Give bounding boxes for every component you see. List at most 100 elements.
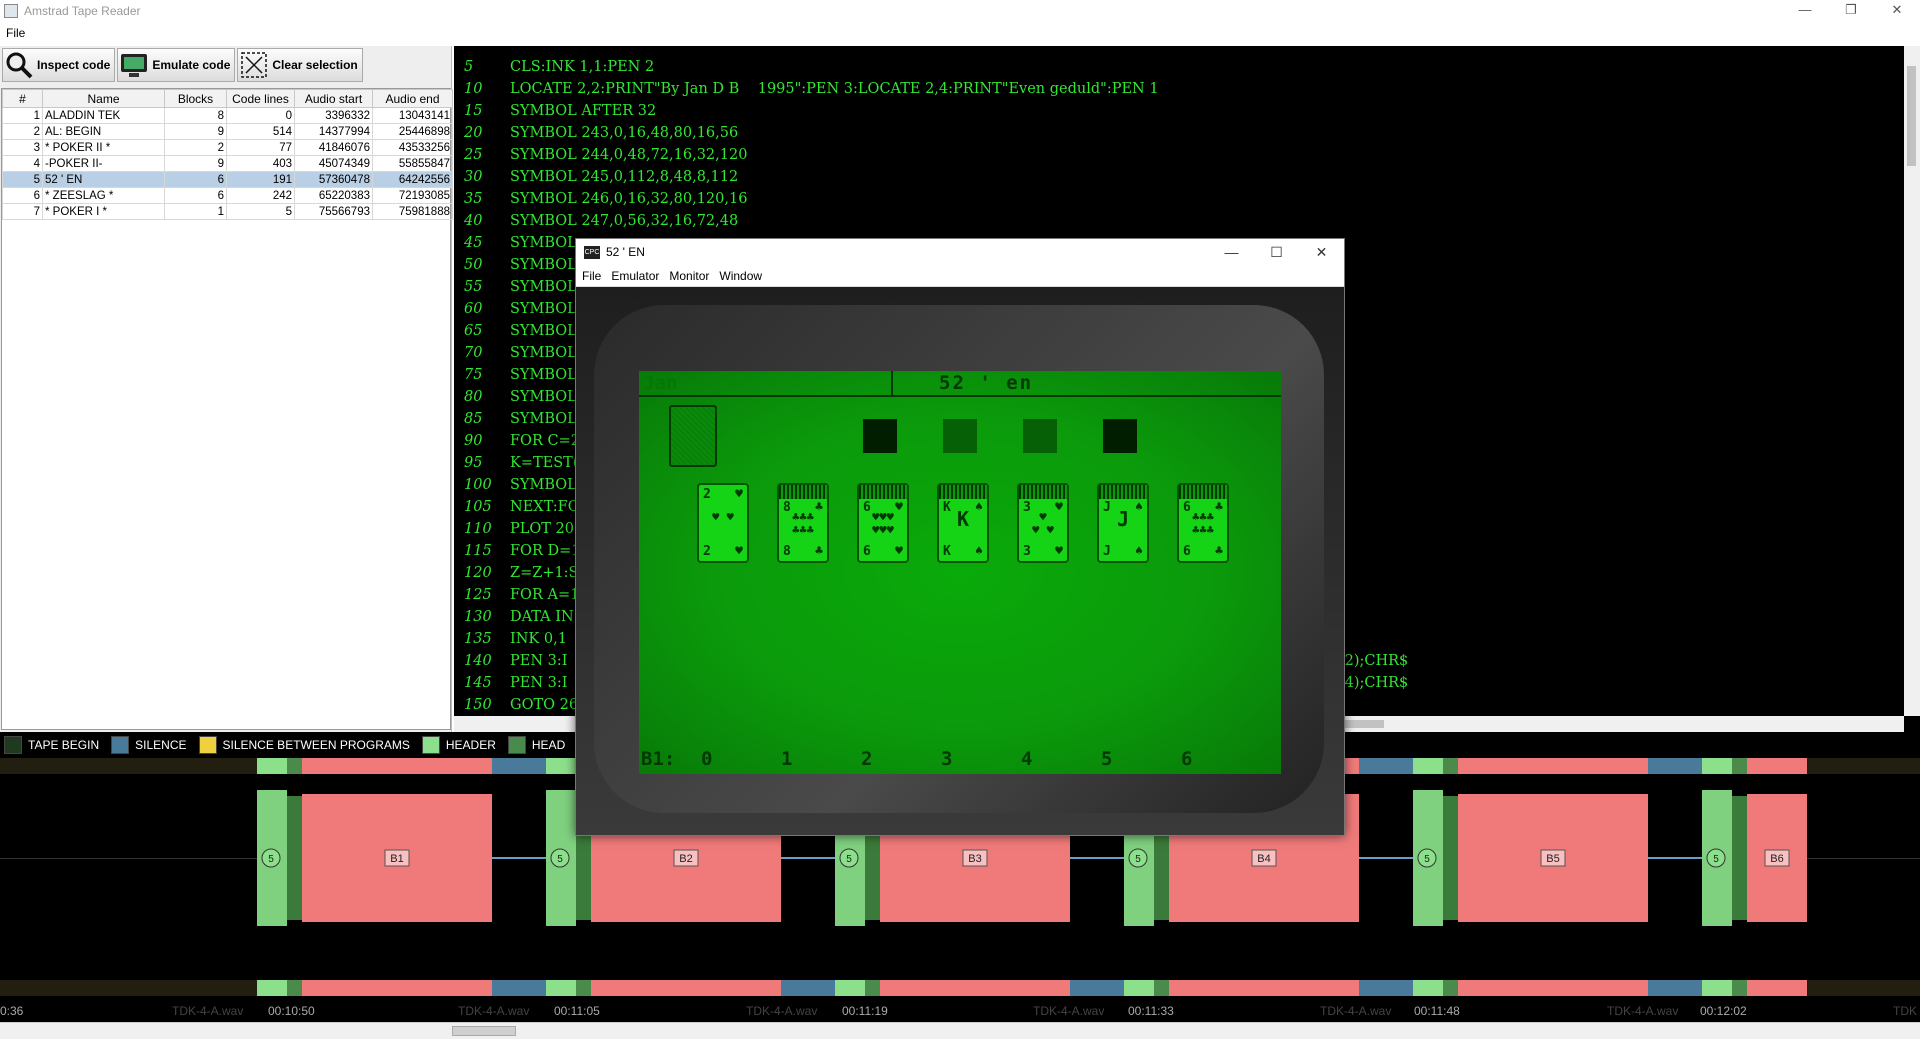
card-face: ♣♣♣ ♣♣♣ [792, 510, 814, 537]
timeline-label: TDK-4-A.wav [1607, 1004, 1679, 1018]
minimize-button[interactable]: — [1782, 0, 1828, 22]
card-rank: 2 [703, 487, 711, 502]
legend-swatch [507, 736, 526, 754]
emulator-minimize-button[interactable]: — [1209, 244, 1254, 261]
waveform-scrollbar[interactable] [0, 1022, 1920, 1039]
playing-card[interactable]: K ♠ K K ♠ [937, 483, 989, 563]
table-row[interactable]: 4 -POKER II- 9 403 45074349 55855847 [2, 155, 453, 172]
col-header-blocks[interactable]: Blocks [164, 89, 227, 108]
emulator-menu-file[interactable]: File [582, 269, 601, 283]
data-segment [1169, 980, 1359, 996]
table-cell: 514 [226, 123, 295, 140]
emulator-menu-monitor[interactable]: Monitor [669, 269, 709, 283]
emulator-close-button[interactable]: ✕ [1299, 244, 1344, 261]
monitor-icon [120, 51, 148, 79]
table-cell: 4 [2, 155, 43, 172]
col-header-code-lines[interactable]: Code lines [226, 89, 295, 108]
column-number: 2 [861, 748, 873, 770]
emulator-maximize-button[interactable]: ☐ [1254, 244, 1299, 261]
legend-label: HEADER [445, 738, 496, 752]
header-segment [546, 980, 576, 996]
legend-item: TAPE BEGIN [4, 736, 99, 754]
line-number: 85 [464, 411, 483, 427]
timeline-label: 00:11:33 [1128, 1004, 1174, 1018]
line-text: SYMBOL [510, 477, 577, 493]
col-header-name[interactable]: Name [42, 89, 165, 108]
menu-file[interactable]: File [6, 26, 25, 40]
table-cell: ALADDIN TEK [42, 107, 165, 124]
sync-marker-label: 5 [846, 854, 852, 865]
table-cell: 13043141 [372, 107, 453, 124]
line-number: 65 [464, 323, 483, 339]
table-cell: 1 [2, 107, 43, 124]
table-cell: 9 [164, 155, 227, 172]
table-cell: 65220383 [294, 187, 373, 204]
table-row[interactable]: 2 AL: BEGIN 9 514 14377994 25446898 [2, 123, 453, 140]
table-cell: 9 [164, 123, 227, 140]
timeline-ruler: 0:36 TDK-4-A.wav 00:10:50 TDK-4-A.wav 00:11:… [0, 998, 1920, 1022]
card-back-stack [1019, 485, 1067, 499]
foundation-slot [863, 419, 897, 453]
toolbar: Inspect code Emulate code Clear selectio… [0, 46, 451, 84]
header-tail-segment [1443, 980, 1458, 996]
line-number: 115 [464, 543, 492, 559]
window-titlebar: Amstrad Tape Reader — ❐ ✕ [0, 0, 1920, 22]
legend-item: HEAD [507, 736, 565, 754]
header-segment [546, 758, 576, 774]
playing-card[interactable]: 6 ♣ ♣♣♣ ♣♣♣ 6 ♣ [1177, 483, 1229, 563]
timeline-label: 00:11:05 [554, 1004, 600, 1018]
col-header-audio-start[interactable]: Audio start [294, 89, 373, 108]
table-row[interactable]: 7 * POKER I * 1 5 75566793 75981888 [2, 203, 453, 220]
playing-card[interactable]: 2 ♥ ♥ ♥ 2 ♥ [697, 483, 749, 563]
close-button[interactable]: ✕ [1874, 0, 1920, 22]
maximize-button[interactable]: ❐ [1828, 0, 1874, 22]
card-face: J [1116, 507, 1130, 531]
line-text: SYMBOL 246,0,16,32,80,120,16 [510, 191, 748, 207]
table-row[interactable]: 3 * POKER II * 2 77 41846076 43533256 [2, 139, 453, 156]
table-row[interactable]: 5 52 ' EN 6 191 57360478 64242556 [2, 171, 453, 188]
col-header-number[interactable]: # [2, 89, 43, 108]
emulator-screen[interactable]: Jan 52 ' en 2 ♥ ♥ ♥ 2 ♥ 8 ♣ ♣♣♣ ♣♣♣ 8 ♣ 6 ♥ ♥♥♥ ♥♥♥ 6… [639, 371, 1281, 774]
table-cell: 6 [164, 187, 227, 204]
silence-wave [1359, 857, 1413, 859]
clear-selection-button[interactable]: Clear selection [237, 48, 363, 82]
card-face: K [956, 507, 970, 531]
inspect-code-label: Inspect code [37, 58, 111, 72]
clear-selection-label: Clear selection [272, 58, 358, 72]
card-suit-icon: ♣ [815, 544, 823, 559]
silence-segment [1648, 980, 1702, 996]
table-row[interactable]: 6 * ZEESLAG * 6 242 65220383 72193085 [2, 187, 453, 204]
playing-card[interactable]: 6 ♥ ♥♥♥ ♥♥♥ 6 ♥ [857, 483, 909, 563]
table-cell: 25446898 [372, 123, 453, 140]
playing-card[interactable]: J ♠ J J ♠ [1097, 483, 1149, 563]
card-rank: 2 [703, 544, 711, 559]
header-tail-segment [576, 980, 591, 996]
table-cell: 242 [226, 187, 295, 204]
scroll-thumb[interactable] [1907, 66, 1916, 166]
card-deck [669, 405, 717, 467]
table-cell: 191 [226, 171, 295, 188]
playing-card[interactable]: 3 ♥ ♥ ♥ ♥ 3 ♥ [1017, 483, 1069, 563]
line-text: SYMBOL [510, 411, 577, 427]
emulator-menu-emulator[interactable]: Emulator [611, 269, 659, 283]
card-back-stack [1099, 485, 1147, 499]
line-number: 100 [464, 477, 492, 493]
playing-card[interactable]: 8 ♣ ♣♣♣ ♣♣♣ 8 ♣ [777, 483, 829, 563]
line-text: SYMBOL [510, 323, 577, 339]
header-tail-segment [287, 758, 302, 774]
game-title: 52 ' en [939, 372, 1034, 394]
timeline-label: TDK-4-A.wav [1033, 1004, 1105, 1018]
line-number: 125 [464, 587, 492, 603]
line-number: 90 [464, 433, 483, 449]
col-header-audio-end[interactable]: Audio end [372, 89, 453, 108]
block-label: B3 [968, 853, 981, 865]
sync-marker-label: 5 [1135, 854, 1141, 865]
inspect-code-button[interactable]: Inspect code [2, 48, 116, 82]
table-row[interactable]: 1 ALADDIN TEK 8 0 3396332 13043141 [2, 107, 453, 124]
scroll-thumb[interactable] [452, 1026, 516, 1036]
cpc-icon: CPC [584, 245, 600, 259]
sync-marker-label: 5 [1424, 854, 1430, 865]
code-vertical-scrollbar[interactable] [1904, 46, 1920, 716]
emulator-menu-window[interactable]: Window [719, 269, 762, 283]
emulate-code-button[interactable]: Emulate code [117, 48, 236, 82]
